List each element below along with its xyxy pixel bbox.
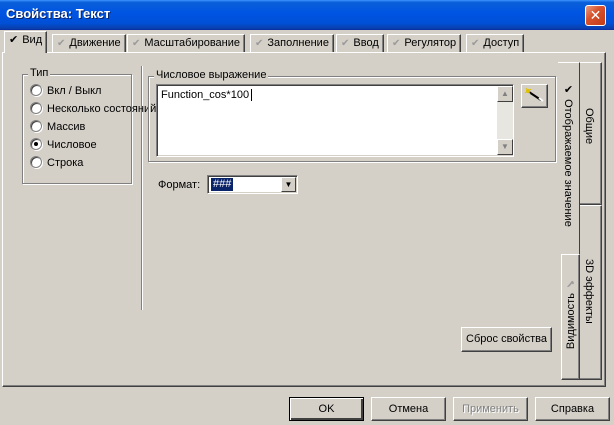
- check-icon: ✔: [562, 83, 574, 96]
- magic-wand-icon: [524, 87, 544, 102]
- check-icon: ✔: [57, 38, 66, 49]
- close-icon: ✕: [589, 7, 602, 23]
- tab-vvod[interactable]: ✔ Ввод: [336, 34, 384, 52]
- tab-zapolnenie[interactable]: ✔ Заполнение: [250, 34, 334, 52]
- format-dropdown[interactable]: ### ▼: [207, 175, 298, 194]
- side-tab-visibility[interactable]: Видимость ✔: [561, 254, 580, 380]
- scroll-up-button[interactable]: ▲: [497, 86, 513, 102]
- reset-properties-button[interactable]: Сброс свойства: [461, 327, 552, 352]
- expression-scrollbar[interactable]: ▲ ▼: [497, 86, 513, 155]
- tab-dostup[interactable]: ✔ Доступ: [466, 34, 525, 52]
- help-button[interactable]: Справка: [535, 397, 610, 421]
- radio-button[interactable]: [30, 120, 42, 132]
- chevron-down-icon: ▼: [284, 180, 293, 189]
- side-tab-displayed-value[interactable]: ✔ Отображаемое значение: [558, 62, 580, 254]
- chevron-up-icon: ▲: [501, 89, 509, 98]
- check-icon: ✔: [392, 38, 401, 49]
- check-icon: ✔: [132, 38, 141, 49]
- side-tab-general[interactable]: Общие: [578, 62, 602, 205]
- radio-button[interactable]: [30, 156, 42, 168]
- radio-button-selected[interactable]: [30, 138, 42, 150]
- ok-button[interactable]: OK: [289, 397, 364, 421]
- expression-text: Function_cos*100: [161, 89, 250, 101]
- chevron-down-icon: ▼: [501, 142, 509, 151]
- tab-masshtabirovanie[interactable]: ✔ Масштабирование: [127, 34, 246, 52]
- radio-array[interactable]: Массив: [30, 120, 85, 136]
- dropdown-arrow-button[interactable]: ▼: [281, 177, 296, 192]
- radio-string[interactable]: Строка: [30, 156, 83, 172]
- check-icon: ✔: [341, 38, 350, 49]
- radio-on-off[interactable]: Вкл / Выкл: [30, 84, 101, 100]
- wizard-button[interactable]: [521, 84, 548, 108]
- apply-button[interactable]: Применить: [453, 397, 528, 421]
- close-button[interactable]: ✕: [585, 5, 606, 26]
- check-icon: ✔: [471, 38, 480, 49]
- tab-vid[interactable]: ✔ Вид: [4, 31, 48, 53]
- side-tab-3d-effects[interactable]: 3D эффекты: [578, 205, 602, 380]
- tab-dvizhenie[interactable]: ✔ Движение: [52, 34, 126, 52]
- type-group-legend: Тип: [28, 67, 51, 79]
- format-label: Формат:: [158, 179, 201, 191]
- radio-button[interactable]: [30, 102, 42, 114]
- cancel-button[interactable]: Отмена: [371, 397, 446, 421]
- expression-field[interactable]: Function_cos*100: [156, 84, 514, 157]
- radio-multistate[interactable]: Несколько состояний: [30, 102, 158, 118]
- radio-numeric[interactable]: Числовое: [30, 138, 97, 154]
- check-icon: ✔: [565, 277, 577, 290]
- scroll-down-button[interactable]: ▼: [497, 139, 513, 155]
- tab-regulyator[interactable]: ✔ Регулятор: [387, 34, 462, 52]
- title-bar[interactable]: Свойства: Текст ✕: [0, 0, 614, 30]
- check-icon: ✔: [255, 38, 264, 49]
- expression-group-legend: Числовое выражение: [154, 69, 269, 81]
- radio-button[interactable]: [30, 84, 42, 96]
- text-caret: [251, 89, 252, 101]
- format-selected-value: ###: [211, 178, 234, 191]
- window-title: Свойства: Текст: [6, 6, 111, 21]
- check-icon: ✔: [9, 34, 19, 46]
